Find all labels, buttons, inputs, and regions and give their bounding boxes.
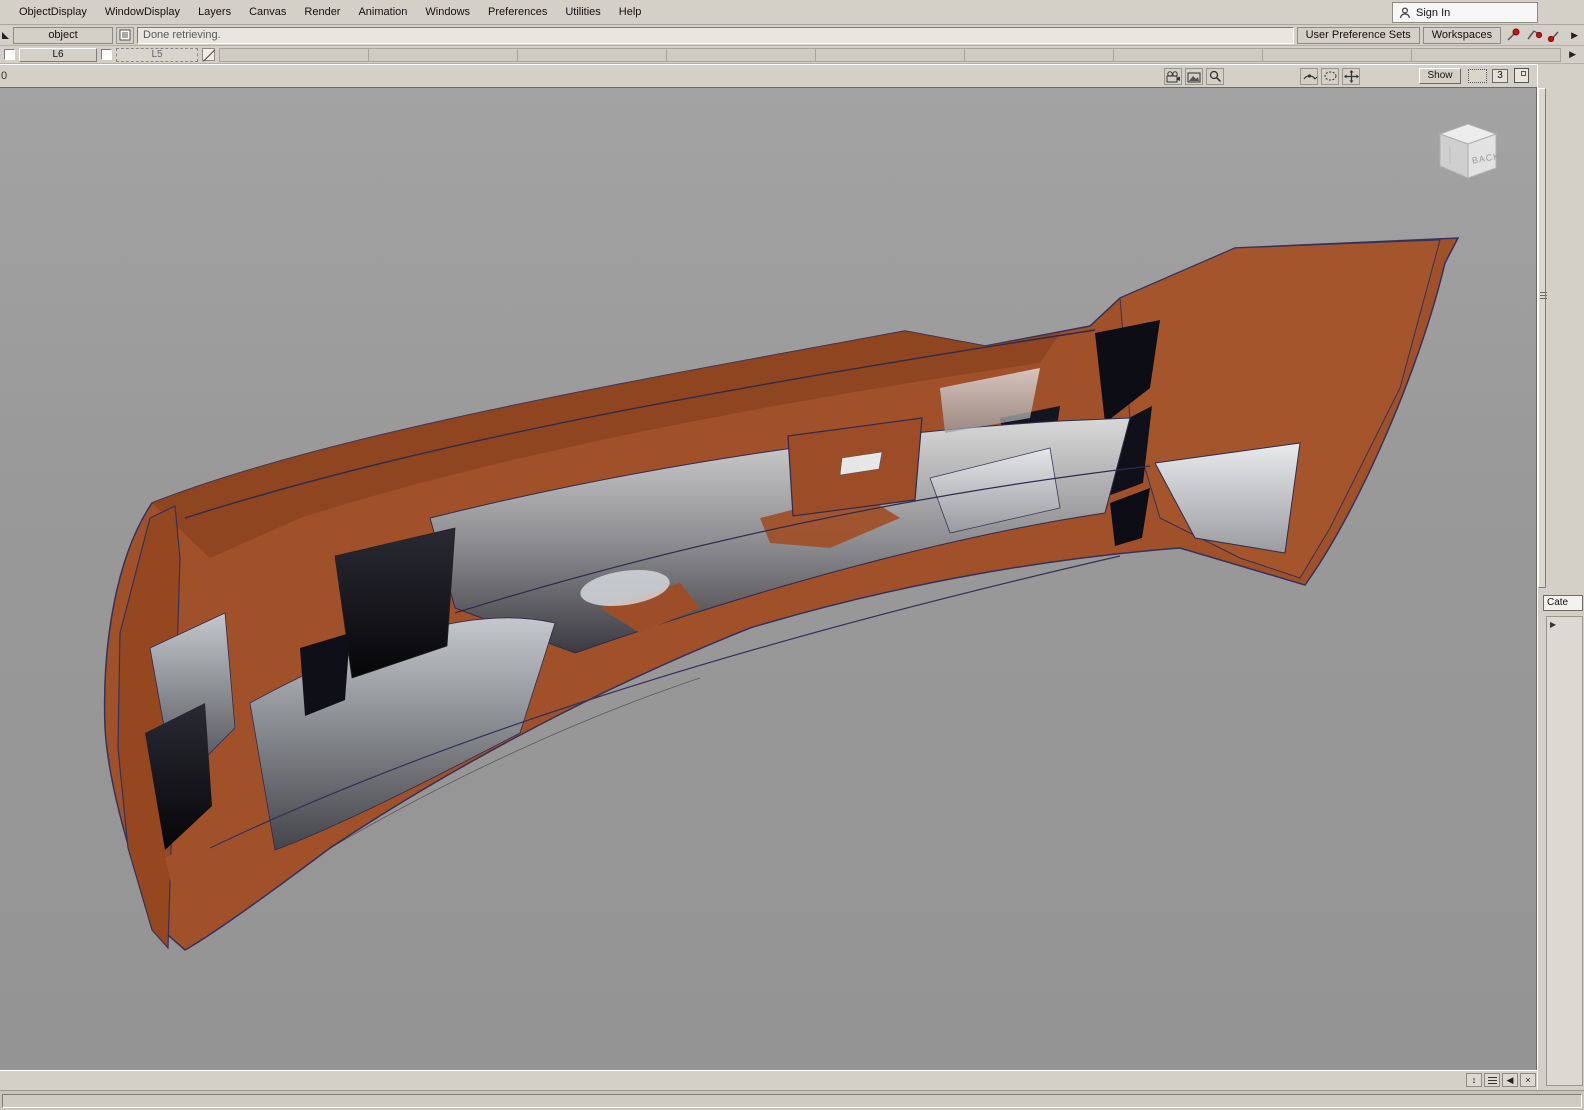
show-button[interactable]: Show xyxy=(1419,68,1461,84)
shelf-slot[interactable] xyxy=(965,48,1114,62)
shelfrow-overflow-icon[interactable]: ▶ xyxy=(1565,49,1580,60)
prompt-line-row: object Done retrieving. User Preference … xyxy=(0,25,1584,46)
layer-symmetry-icon[interactable] xyxy=(202,48,215,61)
lasso-icon[interactable] xyxy=(1321,68,1339,85)
footer-icon-group: ↕ ◀ × xyxy=(1466,1073,1536,1087)
hotkey-icon-2[interactable] xyxy=(1525,27,1543,44)
splitter-grip[interactable] xyxy=(1539,290,1548,301)
viewport-footer: ↕ ◀ × xyxy=(0,1070,1537,1090)
shelf-slot[interactable] xyxy=(1263,48,1412,62)
shelf-slot[interactable] xyxy=(1412,48,1561,62)
viewport-title-clipped: 0 xyxy=(1,70,7,82)
command-line-field[interactable] xyxy=(2,1094,1582,1108)
shelf-slot[interactable] xyxy=(1114,48,1263,62)
panel-splitter[interactable] xyxy=(1538,88,1546,588)
promptline-status[interactable]: Done retrieving. xyxy=(137,27,1294,44)
alias-window: ObjectDisplay WindowDisplay Layers Canva… xyxy=(0,0,1584,1110)
menu-windowdisplay[interactable]: WindowDisplay xyxy=(96,0,189,25)
menu-utilities[interactable]: Utilities xyxy=(556,0,609,25)
marking-menu-corner-icon xyxy=(2,32,9,39)
shelf-slot[interactable] xyxy=(518,48,667,62)
panel-count-button[interactable]: 3 xyxy=(1492,69,1508,83)
user-preference-sets-button[interactable]: User Preference Sets xyxy=(1297,27,1420,44)
command-line-bar xyxy=(0,1090,1584,1110)
hotkey-icon-3[interactable] xyxy=(1546,27,1564,44)
menu-bar: ObjectDisplay WindowDisplay Layers Canva… xyxy=(0,0,1584,25)
promptrow-overflow-icon[interactable]: ▶ xyxy=(1567,30,1582,41)
layer-tab-l6[interactable]: L6 xyxy=(19,48,97,62)
viewport-render-tools xyxy=(1164,68,1224,85)
collapse-left-icon[interactable]: ◀ xyxy=(1502,1073,1518,1087)
shelf-slot[interactable] xyxy=(369,48,518,62)
menu-preferences[interactable]: Preferences xyxy=(479,0,556,25)
window-preset-icon[interactable] xyxy=(1468,69,1487,83)
viewcube[interactable]: BACK xyxy=(1430,116,1506,192)
tumble-icon[interactable] xyxy=(1300,68,1318,85)
shelf-slot[interactable] xyxy=(219,48,369,62)
close-icon[interactable]: × xyxy=(1520,1073,1536,1087)
menu-windows[interactable]: Windows xyxy=(416,0,479,25)
user-icon xyxy=(1399,7,1411,19)
layer-checkbox-2[interactable] xyxy=(101,49,112,60)
bumper-model xyxy=(0,88,1537,1070)
menu-animation[interactable]: Animation xyxy=(349,0,416,25)
workspaces-button[interactable]: Workspaces xyxy=(1423,27,1501,44)
window-layout-icon[interactable] xyxy=(1514,68,1529,83)
shelf-slot[interactable] xyxy=(816,48,965,62)
panel-expand-icon[interactable]: ▶ xyxy=(1547,617,1582,629)
camera-icon[interactable] xyxy=(1164,68,1182,85)
pan-move-icon[interactable] xyxy=(1342,68,1360,85)
layer-checkbox-1[interactable] xyxy=(4,49,15,60)
selection-mode-dropdown[interactable]: object xyxy=(13,27,113,44)
shelf-slot-strip xyxy=(219,48,1561,62)
menu-objectdisplay[interactable]: ObjectDisplay xyxy=(10,0,96,25)
viewport-nav-tools xyxy=(1300,68,1360,85)
list-icon[interactable] xyxy=(1484,1073,1500,1087)
categories-tab[interactable]: Cate xyxy=(1543,595,1583,611)
hotkey-icon-1[interactable] xyxy=(1504,27,1522,44)
promptline-history-icon[interactable] xyxy=(116,27,134,44)
layer-shelf-row: L6 L5 ▶ xyxy=(0,46,1584,64)
viewport-back-view[interactable]: BACK xyxy=(0,88,1537,1070)
snapshot-icon[interactable] xyxy=(1185,68,1203,85)
viewport-header: 0 Show 3 xyxy=(0,64,1537,88)
layer-tab-l5-ghost[interactable]: L5 xyxy=(116,48,198,62)
sign-in-label: Sign In xyxy=(1416,7,1450,19)
sign-in-button[interactable]: Sign In xyxy=(1392,2,1538,23)
zoom-icon[interactable] xyxy=(1206,68,1224,85)
right-panel-body[interactable]: ▶ xyxy=(1546,616,1583,1086)
menu-canvas[interactable]: Canvas xyxy=(240,0,295,25)
menu-layers[interactable]: Layers xyxy=(189,0,240,25)
shelf-slot[interactable] xyxy=(667,48,816,62)
resize-vertical-icon[interactable]: ↕ xyxy=(1466,1073,1482,1087)
menu-render[interactable]: Render xyxy=(295,0,349,25)
menu-help[interactable]: Help xyxy=(610,0,651,25)
right-panel-column: Cate ▶ xyxy=(1537,64,1584,1090)
